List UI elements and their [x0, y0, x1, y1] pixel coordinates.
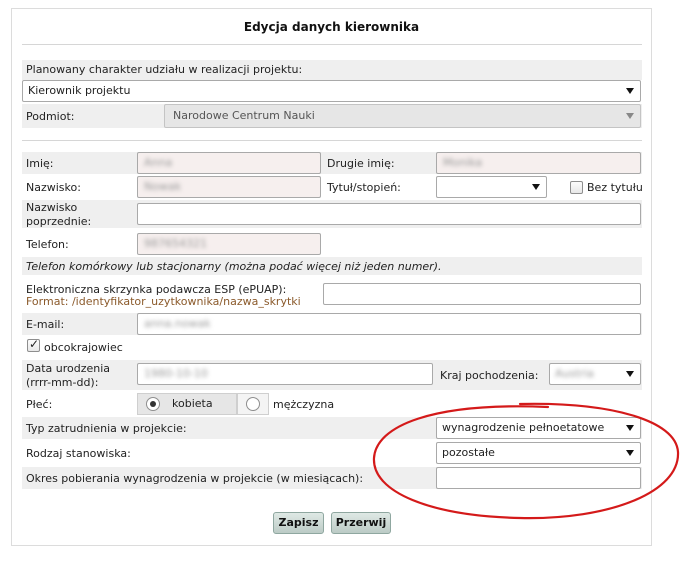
participation-value: Kierownik projektu	[28, 84, 131, 97]
middle-name-label: Drugie imię:	[327, 157, 395, 170]
employment-type-label: Typ zatrudnienia w projekcie:	[26, 422, 187, 435]
check-icon: ✓	[29, 337, 40, 351]
participation-label: Planowany charakter udziału w realizacji…	[26, 63, 303, 76]
sex-female-label: kobieta	[172, 397, 213, 410]
birth-date-input[interactable]: 1980-10-10	[137, 363, 433, 385]
first-name-input[interactable]: Anna	[137, 152, 321, 174]
payment-period-label: Okres pobierania wynagrodzenia w projekc…	[26, 472, 364, 485]
epuap-input[interactable]	[323, 283, 641, 305]
no-title-label: Bez tytułu	[587, 181, 643, 194]
previous-name-label: Nazwisko poprzednie:	[26, 201, 92, 228]
last-name-input[interactable]: Nowak	[137, 176, 321, 198]
phone-label: Telefon:	[26, 238, 69, 251]
foreigner-label: obcokrajowiec	[44, 341, 123, 354]
sex-male-radio-box[interactable]	[237, 393, 269, 415]
chevron-down-icon	[626, 425, 634, 431]
first-name-label: Imię:	[26, 157, 54, 170]
chevron-down-icon	[626, 450, 634, 456]
entity-select: Narodowe Centrum Nauki	[164, 104, 641, 128]
radio-female[interactable]	[146, 397, 160, 411]
payment-period-input[interactable]	[436, 467, 641, 489]
last-name-label: Nazwisko:	[26, 181, 81, 194]
entity-label: Podmiot:	[26, 110, 75, 123]
chevron-down-icon	[626, 371, 634, 377]
degree-select[interactable]	[436, 176, 547, 198]
section-divider	[22, 140, 642, 141]
phone-row	[22, 233, 642, 255]
participation-label-row: Planowany charakter udziału w realizacji…	[22, 60, 642, 80]
title-divider	[22, 44, 642, 45]
no-title-checkbox[interactable]	[570, 181, 583, 194]
employment-type-select[interactable]: wynagrodzenie pełnoetatowe	[436, 417, 641, 439]
position-type-label: Rodzaj stanowiska:	[26, 447, 131, 460]
sex-label: Płeć:	[26, 398, 53, 411]
participation-select[interactable]: Kierownik projektu	[22, 80, 641, 102]
chevron-down-icon	[626, 113, 634, 119]
save-button[interactable]: Zapisz	[273, 512, 324, 534]
phone-input[interactable]: 987654321	[137, 233, 321, 255]
email-input[interactable]: anna.nowak	[137, 313, 641, 335]
entity-value: Narodowe Centrum Nauki	[173, 109, 315, 122]
degree-label: Tytuł/stopień:	[327, 181, 401, 194]
position-type-select[interactable]: pozostałe	[436, 442, 641, 464]
email-label: E-mail:	[26, 318, 65, 331]
previous-name-input[interactable]	[137, 203, 641, 225]
phone-note: Telefon komórkowy lub stacjonarny (można…	[26, 260, 442, 273]
chevron-down-icon	[626, 88, 634, 94]
foreigner-checkbox[interactable]: ✓	[27, 337, 40, 352]
country-label: Kraj pochodzenia:	[440, 369, 539, 382]
sex-female-option[interactable]: kobieta	[137, 393, 237, 415]
sex-male-label: mężczyzna	[273, 398, 335, 411]
cancel-button[interactable]: Przerwij	[331, 512, 391, 534]
chevron-down-icon	[532, 184, 540, 190]
country-select[interactable]: Austria	[549, 363, 641, 385]
page-title: Edycja danych kierownika	[243, 20, 420, 34]
birth-date-label: Data urodzenia (rrrr-mm-dd):	[26, 362, 111, 389]
epuap-format-hint: Format: /identyfikator_uzytkownika/nazwa…	[26, 295, 301, 308]
middle-name-input[interactable]: Monika	[436, 152, 641, 174]
radio-male[interactable]	[246, 397, 260, 411]
